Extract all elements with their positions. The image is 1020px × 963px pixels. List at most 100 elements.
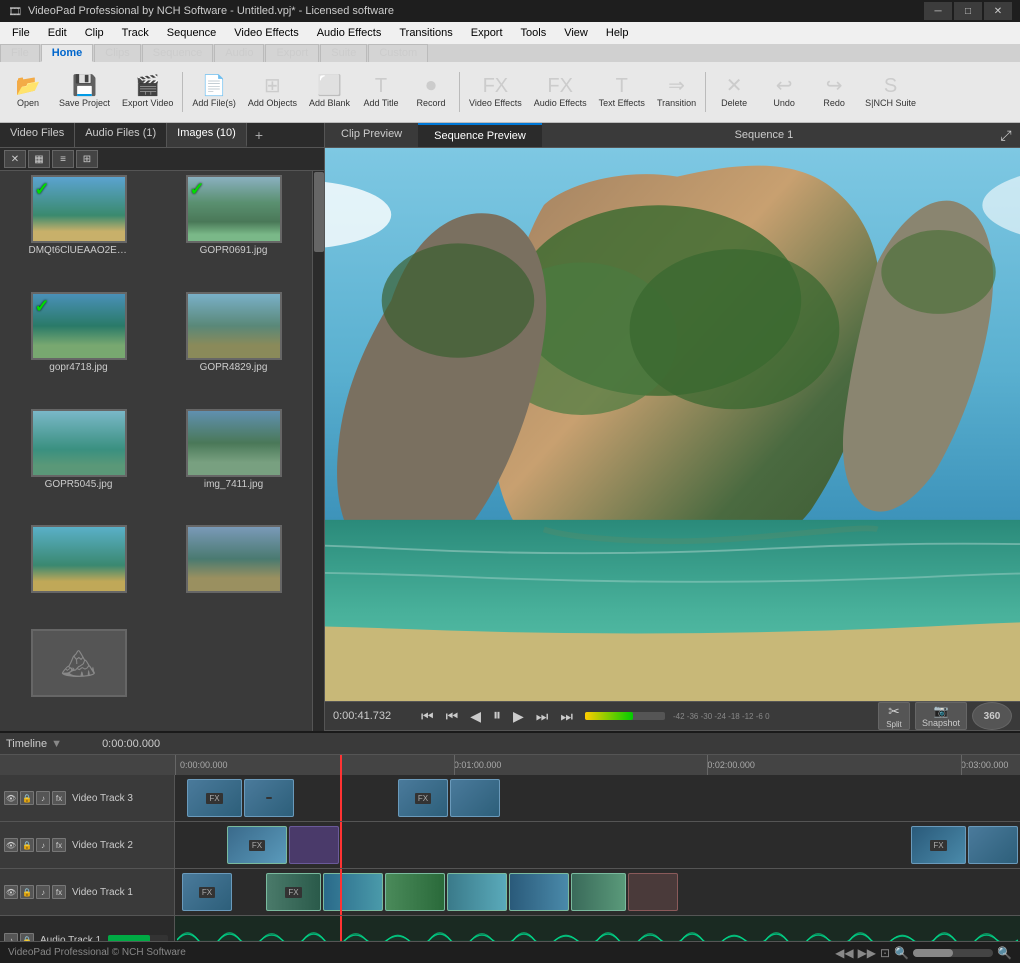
clip-video2-3[interactable]: FX — [911, 826, 966, 864]
undo-toolbar-btn[interactable]: ↩Undo — [760, 66, 808, 118]
track-vol-btn-2[interactable]: ♪ — [36, 838, 50, 852]
thumbnail-img_7411[interactable]: img_7411.jpg — [159, 409, 308, 520]
track-mute-btn[interactable]: ♪ — [4, 933, 18, 941]
clip-v1-4[interactable] — [385, 873, 445, 911]
clip-video3-3[interactable]: FX — [398, 779, 448, 817]
thumbnail-placeholder1[interactable]: 🏔 — [4, 629, 153, 727]
zoom-slider[interactable] — [913, 949, 993, 957]
nch-suite-toolbar-btn[interactable]: SS|NCH Suite — [860, 66, 921, 118]
track-fx-btn-2[interactable]: fx — [52, 838, 66, 852]
toolbar-tab-clips[interactable]: Clips — [94, 44, 140, 62]
menu-view[interactable]: View — [556, 25, 596, 41]
fullscreen-button[interactable]: ⤢ — [996, 125, 1016, 145]
thumb-sort-tool[interactable]: ⊞ — [76, 150, 98, 168]
redo-toolbar-btn[interactable]: ↪Redo — [810, 66, 858, 118]
transition-toolbar-btn[interactable]: ⇒Transition — [652, 66, 701, 118]
clip-v1-3[interactable] — [323, 873, 383, 911]
scrollbar[interactable] — [312, 171, 324, 731]
text-effects-toolbar-btn[interactable]: TText Effects — [594, 66, 650, 118]
sequence-preview-tab[interactable]: Sequence Preview — [418, 123, 542, 147]
add-tab-button[interactable]: + — [247, 123, 271, 147]
track-vol-btn[interactable]: ♪ — [36, 791, 50, 805]
clip-v1-2[interactable]: FX — [266, 873, 321, 911]
track-content-audio1[interactable]: FX 🔊 — [175, 916, 1020, 941]
track-lock-btn-2[interactable]: 🔒 — [20, 838, 34, 852]
clip-v1-1[interactable]: FX — [182, 873, 232, 911]
thumbnail-GOPR0691[interactable]: ✓GOPR0691.jpg — [159, 175, 308, 286]
next-frame-button[interactable]: ⏭ — [532, 706, 553, 727]
maximize-button[interactable]: □ — [954, 2, 982, 20]
toolbar-tab-sequence[interactable]: Sequence — [142, 44, 214, 62]
open-toolbar-btn[interactable]: 📂Open — [4, 66, 52, 118]
toolbar-tab-custom[interactable]: Custom — [368, 44, 428, 62]
menu-help[interactable]: Help — [598, 25, 637, 41]
record-toolbar-btn[interactable]: ⏺Record — [407, 66, 455, 118]
thumb-delete-tool[interactable]: ✕ — [4, 150, 26, 168]
video-effects-toolbar-btn[interactable]: FXVideo Effects — [464, 66, 527, 118]
play-pause-button[interactable]: ⏸ — [489, 705, 505, 727]
prev-frame-button[interactable]: ⏮ — [442, 706, 463, 727]
add-title-toolbar-btn[interactable]: TAdd Title — [357, 66, 405, 118]
menu-tools[interactable]: Tools — [513, 25, 555, 41]
thumbnail-GOPR5045[interactable]: GOPR5045.jpg — [4, 409, 153, 520]
track-vol-btn-1[interactable]: ♪ — [36, 885, 50, 899]
track-eye-btn-1[interactable]: 👁 — [4, 885, 18, 899]
clip-v1-6[interactable] — [509, 873, 569, 911]
menu-export[interactable]: Export — [463, 25, 511, 41]
clip-video3-1[interactable]: FX — [187, 779, 242, 817]
clip-preview-tab[interactable]: Clip Preview — [325, 123, 418, 147]
split-button[interactable]: ✂ Split — [878, 702, 910, 730]
toolbar-tab-audio[interactable]: Audio — [214, 44, 264, 62]
track-eye-btn-2[interactable]: 👁 — [4, 838, 18, 852]
clip-video3-2[interactable] — [244, 779, 294, 817]
thumb-list-tool[interactable]: ≡ — [52, 150, 74, 168]
menu-clip[interactable]: Clip — [77, 25, 112, 41]
track-fx-btn-1[interactable]: fx — [52, 885, 66, 899]
rewind-button[interactable]: ◀ — [466, 706, 485, 727]
audio-effects-toolbar-btn[interactable]: FXAudio Effects — [529, 66, 592, 118]
save-project-toolbar-btn[interactable]: 💾Save Project — [54, 66, 115, 118]
toolbar-tab-suite[interactable]: Suite — [320, 44, 367, 62]
menu-file[interactable]: File — [4, 25, 38, 41]
clip-video3-4[interactable] — [450, 779, 500, 817]
menu-audio-effects[interactable]: Audio Effects — [309, 25, 390, 41]
thumbnail-gopr4718[interactable]: ✓gopr4718.jpg — [4, 292, 153, 403]
thumbnail-GOPR4829[interactable]: GOPR4829.jpg — [159, 292, 308, 403]
add-objects-toolbar-btn[interactable]: ⊞Add Objects — [243, 66, 302, 118]
minimize-button[interactable]: ─ — [924, 2, 952, 20]
scroll-thumb[interactable] — [314, 172, 324, 252]
file-tab-audio-files-1[interactable]: Audio Files (1) — [75, 123, 167, 147]
menu-transitions[interactable]: Transitions — [391, 25, 460, 41]
volume-bar[interactable] — [585, 712, 665, 720]
track-eye-btn[interactable]: 👁 — [4, 791, 18, 805]
thumbnail-DMQt6ClUEAAO2ET[interactable]: ✓DMQt6ClUEAAO2ET.jpg — [4, 175, 153, 286]
menu-video-effects[interactable]: Video Effects — [226, 25, 306, 41]
delete-toolbar-btn[interactable]: ✕Delete — [710, 66, 758, 118]
file-tab-images-10[interactable]: Images (10) — [167, 123, 247, 147]
clip-video2-2[interactable] — [289, 826, 339, 864]
track-lock-btn-1[interactable]: 🔒 — [20, 885, 34, 899]
clip-video2-4[interactable] — [968, 826, 1018, 864]
zoom-in-btn[interactable]: ▶▶ — [858, 946, 876, 960]
export-video-toolbar-btn[interactable]: 🎬Export Video — [117, 66, 178, 118]
add-blank-toolbar-btn[interactable]: ⬜Add Blank — [304, 66, 355, 118]
forward-button[interactable]: ▶ — [509, 706, 528, 727]
vr360-button[interactable]: 360 — [972, 702, 1012, 730]
close-button[interactable]: ✕ — [984, 2, 1012, 20]
add-files-toolbar-btn[interactable]: 📄Add File(s) — [187, 66, 241, 118]
goto-start-button[interactable]: ⏮ — [417, 706, 438, 727]
snapshot-button[interactable]: 📷 Snapshot — [914, 702, 968, 730]
zoom-out-btn[interactable]: ◀◀ — [835, 946, 853, 960]
thumb-view-tool[interactable]: ▦ — [28, 150, 50, 168]
file-tab-video-files[interactable]: Video Files — [0, 123, 75, 147]
clip-v1-5[interactable] — [447, 873, 507, 911]
thumbnail-thumb7[interactable] — [4, 525, 153, 623]
zoom-in-btn2[interactable]: 🔍 — [997, 946, 1012, 960]
thumbnail-thumb8[interactable] — [159, 525, 308, 623]
goto-end-button[interactable]: ⏭ — [556, 706, 577, 727]
track-lock-btn-a[interactable]: 🔒 — [20, 933, 34, 941]
clip-video2-1[interactable]: FX — [227, 826, 287, 864]
toolbar-tab-file[interactable]: File — [0, 44, 40, 62]
clip-v1-7[interactable] — [571, 873, 626, 911]
toolbar-tab-home[interactable]: Home — [41, 44, 94, 62]
